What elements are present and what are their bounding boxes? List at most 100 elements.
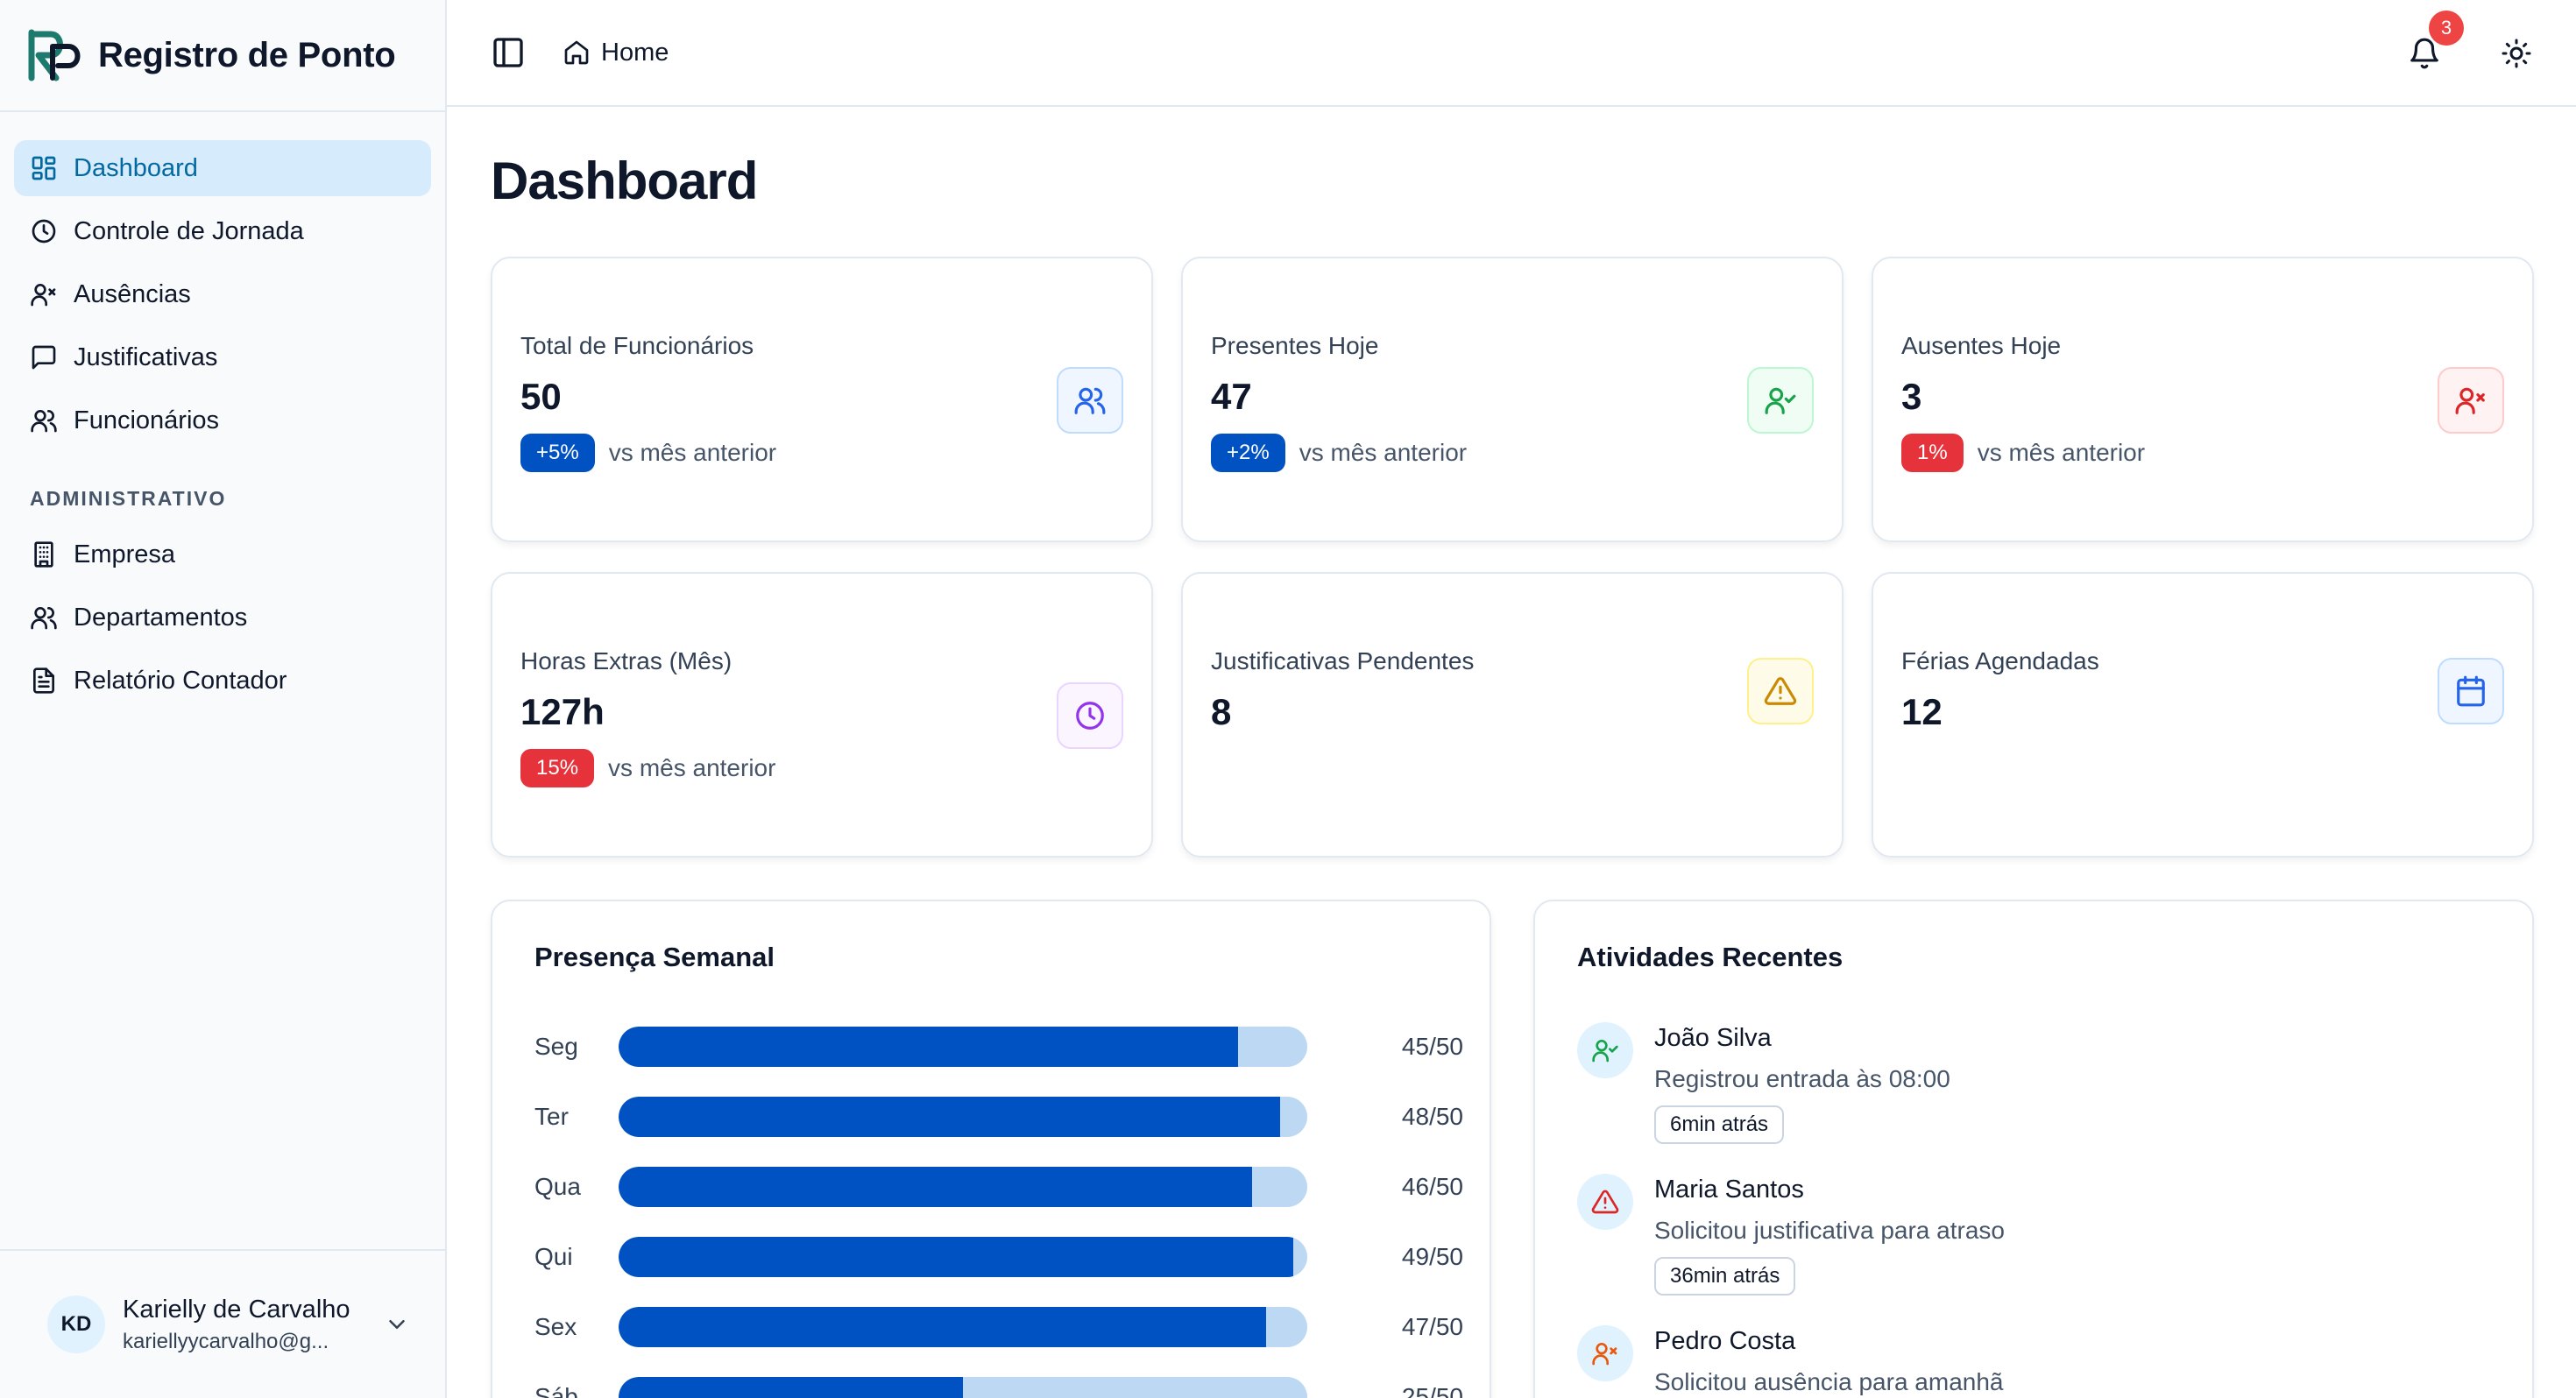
- dashboard-icon: [32, 156, 56, 180]
- stat-label: Total de Funcionários: [520, 332, 754, 359]
- stat-icon-box: [1747, 658, 1814, 724]
- sidebar-item-relatorio-contador[interactable]: Relatório Contador: [14, 653, 431, 709]
- bar-count-label: 46/50: [1401, 1173, 1463, 1200]
- activity-desc: Registrou entrada às 08:00: [1654, 1065, 1950, 1092]
- bar-fill: [619, 1377, 963, 1398]
- sidebar-item-label: Dashboard: [74, 153, 198, 182]
- sidebar-item-controle-de-jornada[interactable]: Controle de Jornada: [14, 203, 431, 259]
- stat-card-presentes-hoje: Presentes Hoje 47 +2% vs mês anterior: [1181, 257, 1844, 542]
- building-icon: [34, 541, 53, 568]
- trend-badge: 1%: [1901, 434, 1964, 472]
- bar-count-label: 45/50: [1401, 1033, 1463, 1060]
- users-icon: [1074, 387, 1106, 414]
- activity-time-badge: 36min atrás: [1654, 1257, 1796, 1296]
- users-icon: [31, 410, 57, 433]
- bar-track: [619, 1237, 1307, 1277]
- home-icon: [564, 40, 589, 65]
- stat-label: Presentes Hoje: [1211, 332, 1379, 359]
- stat-value: 8: [1211, 691, 1232, 732]
- stat-label: Ausentes Hoje: [1901, 332, 2062, 359]
- sidebar-item-departamentos[interactable]: Departamentos: [14, 590, 431, 646]
- bar-track: [619, 1307, 1307, 1347]
- sidebar-item-label: Empresa: [74, 540, 176, 568]
- sidebar-nav: Dashboard Controle de Jornada Ausências …: [0, 112, 445, 709]
- activity-name: João Silva: [1654, 1024, 1772, 1052]
- trend-badge: +5%: [520, 434, 595, 472]
- stat-value: 127h: [520, 691, 605, 732]
- stat-trend: +5% vs mês anterior: [520, 434, 776, 472]
- bar-track: [619, 1167, 1307, 1207]
- activity-time-badge: 6min atrás: [1654, 1105, 1785, 1144]
- user-x-icon: [31, 284, 56, 307]
- activity-item[interactable]: João Silva Registrou entrada às 08:00 6m…: [1577, 1022, 2488, 1144]
- bar-row: Ter 48/50: [534, 1096, 1463, 1138]
- user-menu[interactable]: KD Karielly de Carvalho kariellyycarvalh…: [0, 1249, 445, 1398]
- bar-count-label: 48/50: [1401, 1103, 1463, 1130]
- activity-item[interactable]: Maria Santos Solicitou justificativa par…: [1577, 1174, 2488, 1296]
- bar-day-label: Ter: [534, 1103, 569, 1130]
- stat-icon-box: [1057, 682, 1123, 749]
- bar-fill: [619, 1307, 1266, 1347]
- notifications-button[interactable]: 3: [2408, 11, 2464, 70]
- sidebar-item-ausencias[interactable]: Ausências: [14, 266, 431, 322]
- sidebar-toggle-icon[interactable]: [491, 35, 526, 70]
- weekly-bars: Seg 45/50 Ter 48/50 Qua 46/50 Qui 49/50 …: [534, 1026, 1463, 1398]
- alert-triangle-icon: [1591, 1190, 1619, 1214]
- main-content: Dashboard Total de Funcionários 50 +5% v…: [491, 107, 2534, 1398]
- alert-triangle-icon: [1764, 677, 1797, 705]
- bar-fill: [619, 1027, 1239, 1067]
- weekly-attendance-panel: Presença Semanal Seg 45/50 Ter 48/50 Qua…: [491, 900, 1491, 1398]
- panel-title: Presença Semanal: [534, 942, 775, 972]
- sidebar-item-empresa[interactable]: Empresa: [14, 526, 431, 582]
- user-name: Karielly de Carvalho: [123, 1295, 350, 1324]
- sidebar-section-label: ADMINISTRATIVO: [30, 487, 227, 510]
- trend-text: vs mês anterior: [1977, 439, 2146, 466]
- top-header: Home 3: [447, 0, 2576, 107]
- stat-label: Férias Agendadas: [1901, 647, 2099, 674]
- user-check-icon: [1765, 387, 1796, 414]
- bar-count-label: 49/50: [1401, 1243, 1463, 1270]
- stat-value: 47: [1211, 376, 1252, 417]
- activity-list: João Silva Registrou entrada às 08:00 6m…: [1577, 1022, 2488, 1398]
- logo-icon: [28, 29, 81, 81]
- bar-fill: [619, 1237, 1294, 1277]
- bottom-row: Presença Semanal Seg 45/50 Ter 48/50 Qua…: [491, 900, 2534, 1398]
- sidebar-item-justificativas[interactable]: Justificativas: [14, 329, 431, 385]
- bar-day-label: Seg: [534, 1033, 578, 1060]
- sidebar-item-label: Ausências: [74, 279, 191, 308]
- panel-title: Atividades Recentes: [1577, 942, 1844, 972]
- bar-track: [619, 1377, 1307, 1398]
- bar-day-label: Sex: [534, 1313, 577, 1340]
- sidebar-item-label: Departamentos: [74, 603, 248, 632]
- bar-day-label: Qua: [534, 1173, 581, 1200]
- stat-card-ferias-agendadas: Férias Agendadas 12: [1872, 572, 2534, 858]
- activity-desc: Solicitou ausência para amanhã: [1654, 1368, 2004, 1395]
- notification-count-badge: 3: [2429, 11, 2464, 46]
- calendar-icon: [2457, 675, 2485, 707]
- bar-track: [619, 1097, 1307, 1137]
- stat-icon-box: [1057, 367, 1123, 434]
- stat-card-ausentes-hoje: Ausentes Hoje 3 1% vs mês anterior: [1872, 257, 2534, 542]
- stat-value: 12: [1901, 691, 1943, 732]
- bar-row: Sex 47/50: [534, 1306, 1463, 1348]
- chevron-down-icon[interactable]: [384, 1311, 410, 1338]
- bar-row: Sáb 25/50: [534, 1376, 1463, 1398]
- bar-count-label: 47/50: [1401, 1313, 1463, 1340]
- sidebar-item-funcionarios[interactable]: Funcionários: [14, 392, 431, 448]
- message-square-icon: [32, 345, 56, 370]
- file-text-icon: [33, 667, 54, 694]
- stat-card-horas-extras: Horas Extras (Mês) 127h 15% vs mês anter…: [491, 572, 1153, 858]
- activity-icon-box: [1577, 1174, 1633, 1230]
- breadcrumb[interactable]: Home: [563, 39, 669, 67]
- activity-item[interactable]: Pedro Costa Solicitou ausência para aman…: [1577, 1325, 2488, 1396]
- bar-fill: [619, 1167, 1253, 1207]
- sidebar-item-dashboard[interactable]: Dashboard: [14, 140, 431, 196]
- stat-trend: 1% vs mês anterior: [1901, 434, 2145, 472]
- stat-value: 3: [1901, 376, 1922, 417]
- sun-icon[interactable]: [2501, 38, 2532, 69]
- clock-icon: [1076, 702, 1104, 730]
- stat-value: 50: [520, 376, 562, 417]
- user-x-icon: [2455, 387, 2485, 414]
- brand[interactable]: Registro de Ponto: [0, 0, 445, 112]
- clock-icon: [32, 219, 56, 244]
